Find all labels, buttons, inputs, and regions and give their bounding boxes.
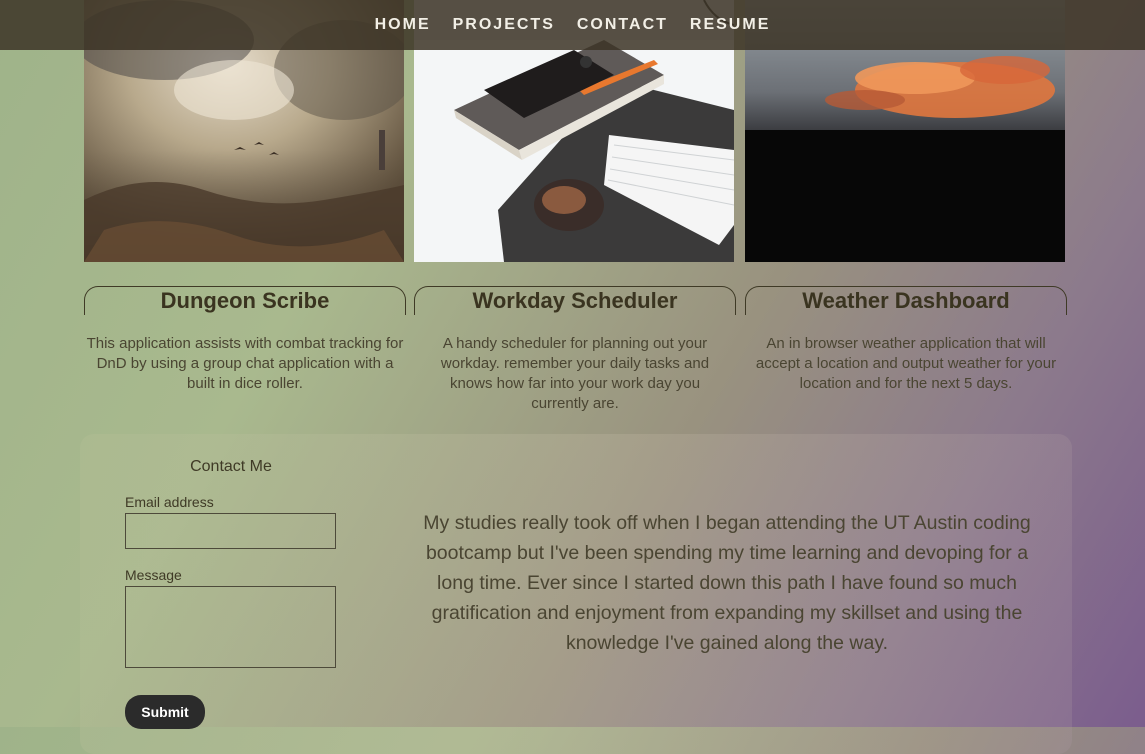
message-field[interactable] [125, 586, 336, 668]
top-navbar: HOME PROJECTS CONTACT RESUME [0, 0, 1145, 50]
nav-contact-link[interactable]: CONTACT [577, 16, 668, 34]
nav-projects-link[interactable]: PROJECTS [453, 16, 555, 34]
project-title-dungeon-scribe[interactable]: Dungeon Scribe [84, 286, 406, 315]
nav-resume-link[interactable]: RESUME [690, 16, 770, 34]
contact-heading: Contact Me [190, 458, 272, 475]
email-field[interactable] [125, 513, 336, 549]
project-title-weather-dashboard[interactable]: Weather Dashboard [745, 286, 1067, 315]
project-description-dungeon-scribe: This application assists with combat tra… [86, 335, 404, 392]
about-text: My studies really took off when I began … [423, 512, 1031, 654]
email-label: Email address [125, 494, 214, 510]
project-description-weather-dashboard: An in browser weather application that w… [755, 335, 1057, 392]
project-description-workday-scheduler: A handy scheduler for planning out your … [440, 335, 710, 412]
submit-button[interactable]: Submit [125, 695, 205, 729]
nav-home-link[interactable]: HOME [375, 16, 431, 34]
message-label: Message [125, 567, 182, 583]
contact-about-panel: Contact Me Email address Message Submit … [80, 434, 1072, 754]
project-title-workday-scheduler[interactable]: Workday Scheduler [414, 286, 736, 315]
